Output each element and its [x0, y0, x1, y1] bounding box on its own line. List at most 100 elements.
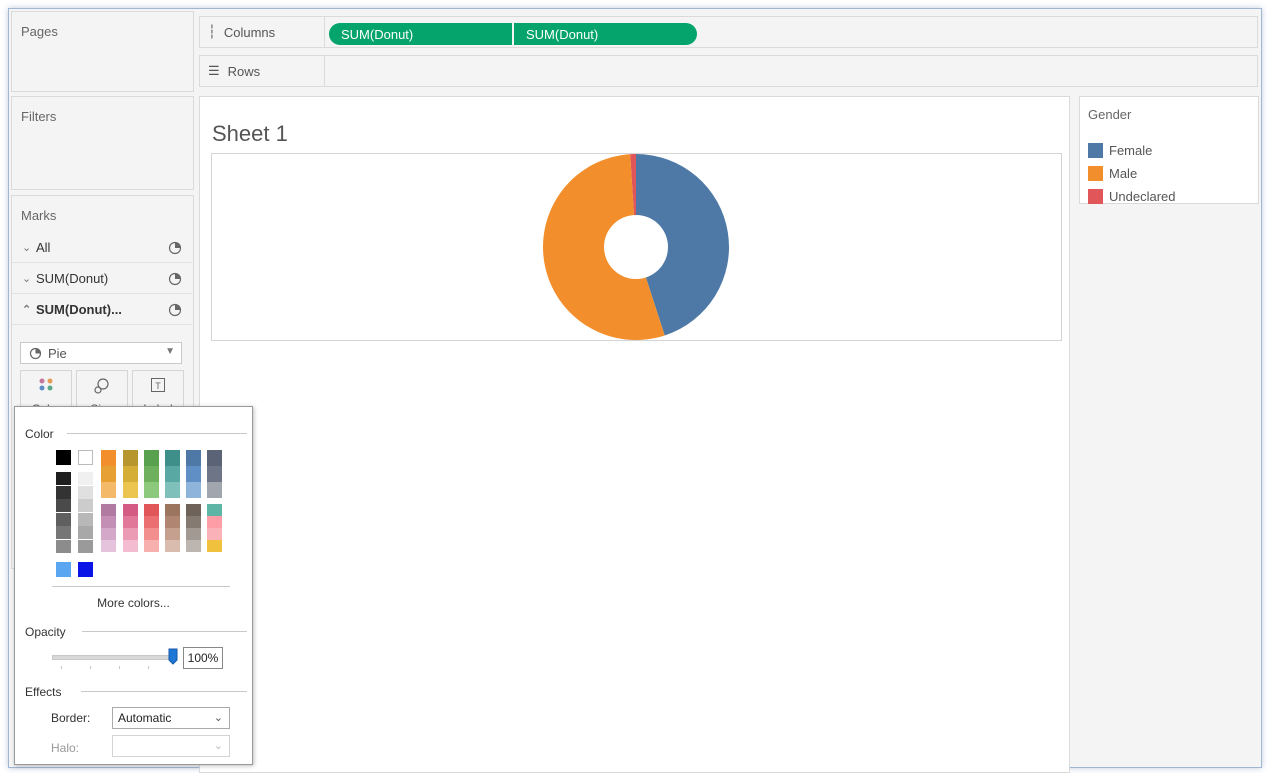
swatch-color[interactable] — [165, 516, 180, 528]
swatch-color[interactable] — [123, 504, 138, 516]
swatch-gray-light[interactable] — [78, 512, 93, 526]
swatch-color[interactable] — [101, 528, 116, 540]
filters-shelf[interactable]: Filters — [11, 96, 194, 190]
swatch-gray-light[interactable] — [78, 472, 93, 485]
label-icon: T — [151, 378, 165, 392]
pill-label: SUM(Donut) — [341, 26, 414, 42]
viz-area[interactable] — [211, 153, 1062, 341]
swatch-color[interactable] — [144, 504, 159, 516]
rows-label-text: Rows — [227, 63, 261, 79]
swatch-custom[interactable] — [56, 562, 71, 577]
swatch-gray-light[interactable] — [78, 499, 93, 512]
swatch-color[interactable] — [207, 540, 222, 552]
swatch-gray[interactable] — [56, 485, 71, 499]
border-dropdown[interactable]: Automatic ⌄ — [112, 707, 230, 729]
pie-icon — [29, 347, 42, 359]
swatch-color[interactable] — [101, 540, 116, 552]
swatch-gray[interactable] — [56, 526, 71, 539]
swatch-color[interactable] — [165, 466, 180, 482]
swatch-color[interactable] — [144, 450, 159, 466]
opacity-input[interactable]: 100% — [183, 647, 223, 669]
columns-pill-2[interactable]: SUM(Donut) — [514, 23, 697, 45]
pages-title: Pages — [21, 24, 58, 39]
swatch-color[interactable] — [186, 482, 201, 498]
opacity-slider-track[interactable] — [52, 655, 170, 660]
opacity-slider-thumb[interactable] — [168, 648, 178, 665]
swatch-color[interactable] — [186, 450, 201, 466]
pages-shelf[interactable]: Pages — [11, 11, 194, 92]
swatch-gray[interactable] — [56, 472, 71, 485]
more-colors-link[interactable]: More colors... — [15, 596, 252, 610]
swatch-color[interactable] — [144, 528, 159, 540]
worksheet-canvas: Sheet 1 — [199, 96, 1070, 773]
swatch-gray-light[interactable] — [78, 526, 93, 539]
swatch-color[interactable] — [165, 504, 180, 516]
swatch-color[interactable] — [123, 466, 138, 482]
chevron-up-icon: ⌃ — [22, 304, 32, 316]
swatch-color[interactable] — [123, 528, 138, 540]
swatch-color[interactable] — [144, 482, 159, 498]
pie-icon — [168, 272, 182, 286]
color-dots-icon — [39, 378, 53, 391]
swatch-color[interactable] — [186, 466, 201, 482]
swatch-white[interactable] — [78, 450, 93, 465]
columns-label-text: Columns — [223, 24, 276, 40]
swatch-black[interactable] — [56, 450, 71, 465]
swatch-color[interactable] — [101, 516, 116, 528]
chevron-down-icon: ⌄ — [213, 740, 223, 752]
filters-title: Filters — [21, 109, 57, 124]
swatch-gray[interactable] — [56, 539, 71, 553]
legend-item-male[interactable]: Male — [1088, 166, 1137, 181]
swatch-color[interactable] — [144, 540, 159, 552]
svg-text:T: T — [155, 381, 161, 391]
swatch-gray[interactable] — [56, 512, 71, 526]
swatch-color[interactable] — [165, 528, 180, 540]
legend-swatch — [1088, 189, 1103, 204]
swatch-color[interactable] — [101, 466, 116, 482]
swatch-color[interactable] — [207, 466, 222, 482]
swatch-color[interactable] — [123, 516, 138, 528]
swatch-color[interactable] — [207, 528, 222, 540]
border-value: Automatic — [118, 711, 172, 725]
swatch-color[interactable] — [186, 504, 201, 516]
swatch-color[interactable] — [186, 516, 201, 528]
marks-card-all[interactable]: ⌄ All — [12, 233, 192, 263]
mark-type-dropdown[interactable]: Pie ▼ — [20, 342, 182, 364]
swatch-gray-light[interactable] — [78, 485, 93, 499]
swatch-color[interactable] — [165, 540, 180, 552]
donut-chart[interactable] — [212, 154, 1061, 340]
swatch-color[interactable] — [101, 482, 116, 498]
swatch-color[interactable] — [165, 482, 180, 498]
swatch-color[interactable] — [207, 516, 222, 528]
swatch-gray[interactable] — [56, 499, 71, 512]
size-icon — [94, 378, 109, 394]
swatch-color[interactable] — [186, 528, 201, 540]
columns-shelf-label: ┆ Columns — [200, 17, 325, 47]
sheet-title: Sheet 1 — [212, 121, 288, 146]
columns-pill-1[interactable]: SUM(Donut) — [329, 23, 512, 45]
swatch-color[interactable] — [165, 450, 180, 466]
swatch-color[interactable] — [144, 466, 159, 482]
swatch-custom[interactable] — [78, 562, 93, 577]
marks-card-label: SUM(Donut) — [36, 271, 109, 286]
swatch-color[interactable] — [101, 504, 116, 516]
swatch-color[interactable] — [186, 540, 201, 552]
legend-item-female[interactable]: Female — [1088, 143, 1152, 158]
rows-shelf[interactable]: ☰ Rows — [199, 55, 1258, 87]
swatch-color[interactable] — [207, 482, 222, 498]
legend-item-undeclared[interactable]: Undeclared — [1088, 189, 1176, 204]
color-section-title: Color — [25, 427, 54, 441]
marks-card-sum-donut-1[interactable]: ⌄ SUM(Donut) — [12, 264, 192, 294]
legend-swatch — [1088, 166, 1103, 181]
swatch-color[interactable] — [144, 516, 159, 528]
halo-dropdown[interactable]: ⌄ — [112, 735, 230, 757]
columns-shelf[interactable]: ┆ Columns SUM(Donut) SUM(Donut) — [199, 16, 1258, 48]
swatch-color[interactable] — [207, 504, 222, 516]
swatch-color[interactable] — [207, 450, 222, 466]
swatch-color[interactable] — [101, 450, 116, 466]
swatch-color[interactable] — [123, 540, 138, 552]
swatch-gray-light[interactable] — [78, 539, 93, 553]
swatch-color[interactable] — [123, 482, 138, 498]
swatch-color[interactable] — [123, 450, 138, 466]
marks-card-sum-donut-2[interactable]: ⌃ SUM(Donut)... — [12, 295, 192, 325]
